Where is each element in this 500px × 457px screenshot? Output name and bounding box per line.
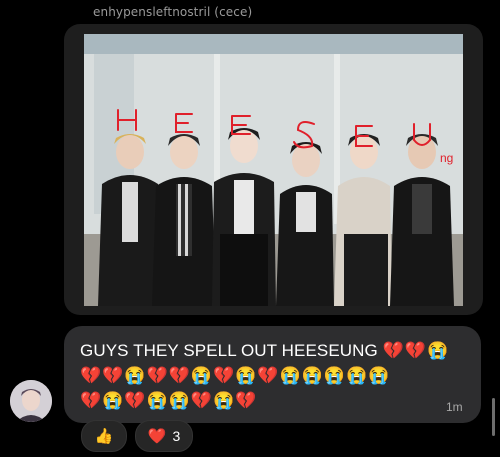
sob-icon: 😭 xyxy=(346,366,368,385)
sob-icon: 😭 xyxy=(190,366,213,385)
sob-icon: 😭 xyxy=(235,366,257,385)
sob-icon: 😭 xyxy=(426,341,449,360)
thumbs-up-icon: 👍 xyxy=(94,428,114,445)
heart-broken-icon: 💔 xyxy=(124,391,146,410)
message-line-3: 💔😭💔😭😭💔😭💔 xyxy=(80,388,470,413)
avatar-image xyxy=(10,380,52,422)
sob-icon: 😭 xyxy=(168,391,190,410)
heart-broken-icon: 💔 xyxy=(382,341,404,360)
sob-icon: 😭 xyxy=(301,366,323,385)
heart-broken-icon: 💔 xyxy=(257,366,279,385)
message-line-2: 💔💔😭💔💔😭💔😭💔😭😭😭😭😭 xyxy=(80,363,470,388)
heart-broken-icon: 💔 xyxy=(213,366,235,385)
shared-photo-card[interactable]: ng xyxy=(64,24,483,315)
message-content: GUYS THEY SPELL OUT HEESEUNG 💔💔😭 💔💔😭💔💔😭💔… xyxy=(80,338,470,413)
reaction-heart[interactable]: ❤️ 3 xyxy=(135,420,193,452)
heart-broken-icon: 💔 xyxy=(190,391,213,410)
group-photo-illustration: ng xyxy=(84,34,463,306)
reaction-count: 3 xyxy=(172,428,181,444)
heart-broken-icon: 💔 xyxy=(80,391,102,410)
sob-icon: 😭 xyxy=(323,366,346,385)
scrollbar[interactable] xyxy=(492,398,495,436)
reaction-thumbs-up[interactable]: 👍 xyxy=(81,420,127,452)
heart-broken-icon: 💔 xyxy=(235,391,257,410)
sob-icon: 😭 xyxy=(124,366,146,385)
heart-broken-icon: 💔 xyxy=(102,366,124,385)
sender-name: enhypensleftnostril (cece) xyxy=(93,5,253,19)
message-timestamp: 1m xyxy=(446,400,463,414)
message-line-1: GUYS THEY SPELL OUT HEESEUNG 💔💔😭 xyxy=(80,338,470,363)
sender-avatar[interactable] xyxy=(10,380,52,422)
heart-broken-icon: 💔 xyxy=(146,366,168,385)
sob-icon: 😭 xyxy=(279,366,301,385)
message-text: GUYS THEY SPELL OUT HEESEUNG xyxy=(80,341,378,360)
sob-icon: 😭 xyxy=(213,391,235,410)
sob-icon: 😭 xyxy=(146,391,168,410)
photo-annotation-text: ng xyxy=(440,151,453,165)
sob-icon: 😭 xyxy=(102,391,124,410)
sob-icon: 😭 xyxy=(368,366,390,385)
heart-broken-icon: 💔 xyxy=(404,341,426,360)
heart-broken-icon: 💔 xyxy=(168,366,190,385)
shared-photo[interactable]: ng xyxy=(84,34,463,306)
heart-icon: ❤️ xyxy=(147,428,167,445)
heart-broken-icon: 💔 xyxy=(80,366,102,385)
